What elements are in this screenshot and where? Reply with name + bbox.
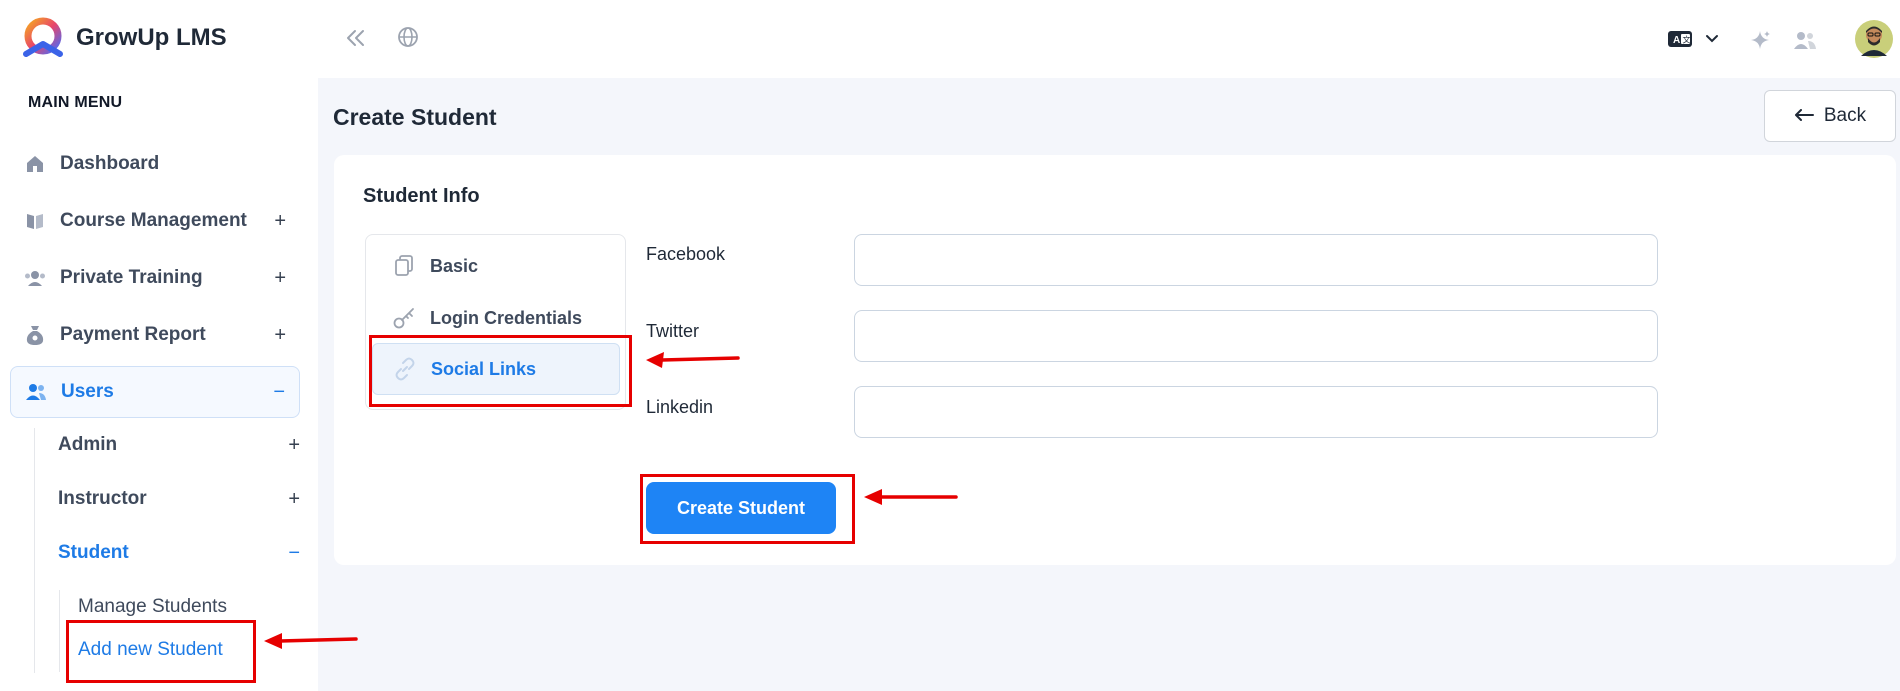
brand-name: GrowUp LMS xyxy=(76,24,227,51)
sidebar-item-dashboard[interactable]: Dashboard xyxy=(10,138,300,190)
facebook-input[interactable] xyxy=(854,234,1658,286)
topbar: A文 xyxy=(318,0,1900,78)
tab-basic[interactable]: Basic xyxy=(372,240,620,292)
sidebar-link-manage-students[interactable]: Manage Students xyxy=(78,590,227,624)
sidebar-item-label: Payment Report xyxy=(60,324,206,345)
submenu-divider xyxy=(34,428,35,673)
sidebar-item-label: Users xyxy=(61,381,114,402)
expand-icon[interactable]: + xyxy=(274,324,286,347)
linkedin-input[interactable] xyxy=(854,386,1658,438)
brand[interactable]: GrowUp LMS xyxy=(20,16,227,60)
tab-social-links[interactable]: Social Links xyxy=(372,343,620,395)
tab-label: Login Credentials xyxy=(430,307,583,328)
sidebar-subitem-label: Instructor xyxy=(58,488,147,509)
training-icon xyxy=(24,267,46,289)
create-student-button[interactable]: Create Student xyxy=(646,482,836,534)
sparkle-icon[interactable] xyxy=(1748,28,1772,52)
sidebar: GrowUp LMS MAIN MENU Dashboard Course Ma… xyxy=(0,0,318,691)
svg-text:文: 文 xyxy=(1683,35,1691,45)
facebook-label: Facebook xyxy=(646,244,726,264)
sidebar-subitem-student[interactable]: Student − xyxy=(58,533,300,573)
tab-label: Social Links xyxy=(431,358,537,379)
book-icon xyxy=(24,210,46,232)
expand-icon[interactable]: + xyxy=(288,434,300,457)
page-title: Create Student xyxy=(333,104,497,130)
copy-icon xyxy=(392,254,416,278)
arrow-left-icon xyxy=(1794,105,1814,127)
tab-login-credentials[interactable]: Login Credentials xyxy=(372,292,620,344)
sidebar-subitem-instructor[interactable]: Instructor + xyxy=(58,479,300,519)
sidebar-item-label: Dashboard xyxy=(60,153,160,174)
sidebar-subitem-label: Student xyxy=(58,542,129,563)
expand-icon[interactable]: + xyxy=(274,267,286,290)
sidebar-item-users[interactable]: Users − xyxy=(10,366,300,418)
sidebar-subitem-admin[interactable]: Admin + xyxy=(58,425,300,465)
linkedin-label: Linkedin xyxy=(646,397,714,417)
money-bag-icon xyxy=(24,324,46,346)
submenu-divider xyxy=(59,590,60,672)
expand-icon[interactable]: + xyxy=(288,488,300,511)
twitter-label: Twitter xyxy=(646,321,700,341)
menu-heading: MAIN MENU xyxy=(28,94,123,111)
link-icon xyxy=(393,357,417,381)
users-icon xyxy=(25,381,47,403)
svg-text:A: A xyxy=(1673,35,1680,46)
collapse-icon[interactable]: − xyxy=(288,542,300,565)
tab-label: Basic xyxy=(430,255,479,276)
expand-icon[interactable]: + xyxy=(274,210,286,233)
sidebar-item-label: Course Management xyxy=(60,210,247,231)
users-switch-icon[interactable] xyxy=(1792,28,1818,52)
collapse-icon[interactable]: − xyxy=(273,381,285,404)
globe-icon[interactable] xyxy=(396,25,420,49)
collapse-sidebar-icon[interactable] xyxy=(344,26,368,50)
sidebar-item-private-training[interactable]: Private Training + xyxy=(10,252,300,304)
card-title: Student Info xyxy=(363,185,480,207)
sidebar-subitem-label: Admin xyxy=(58,434,118,455)
back-button[interactable]: Back xyxy=(1764,90,1896,142)
home-icon xyxy=(24,153,46,175)
twitter-input[interactable] xyxy=(854,310,1658,362)
sidebar-item-label: Private Training xyxy=(60,267,203,288)
sidebar-item-course-management[interactable]: Course Management + xyxy=(10,195,300,247)
back-button-label: Back xyxy=(1823,105,1867,126)
growup-logo-icon xyxy=(23,17,63,57)
sidebar-item-payment-report[interactable]: Payment Report + xyxy=(10,309,300,361)
chevron-down-icon[interactable] xyxy=(1704,31,1720,47)
language-icon[interactable]: A文 xyxy=(1666,28,1694,50)
key-icon xyxy=(392,306,416,330)
avatar[interactable] xyxy=(1855,20,1893,58)
sidebar-link-add-new-student[interactable]: Add new Student xyxy=(78,633,223,667)
